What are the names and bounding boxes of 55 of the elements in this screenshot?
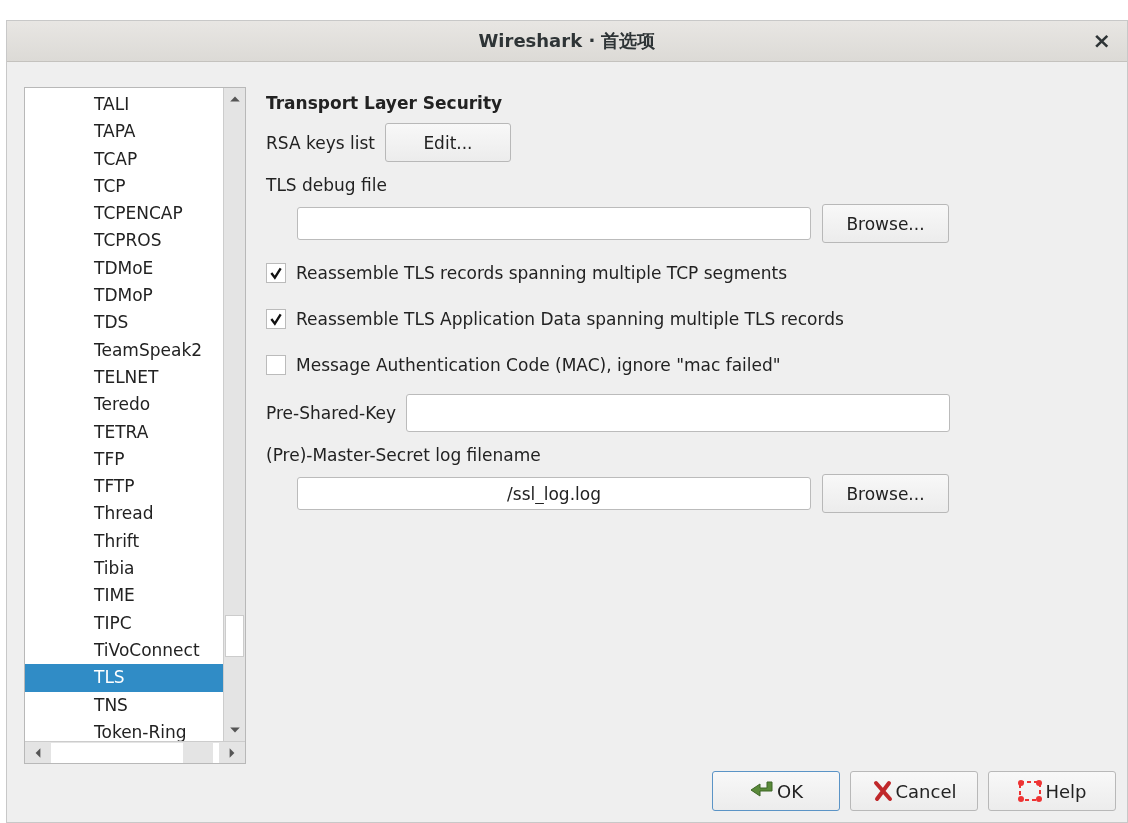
field-label: TLS debug file xyxy=(266,174,388,197)
field-label: (Pre)-Master-Secret log filename xyxy=(266,444,542,467)
protocol-item[interactable]: TCPENCAP xyxy=(25,200,223,228)
protocol-item[interactable]: TIPC xyxy=(25,609,223,637)
checkbox[interactable] xyxy=(266,262,286,283)
scroll-right-icon[interactable] xyxy=(227,746,237,759)
protocol-item[interactable]: TDMoP xyxy=(25,282,223,310)
checkbox-label[interactable]: Reassemble TLS records spanning multiple TCP segments xyxy=(296,262,788,283)
close-button[interactable]: × xyxy=(1086,27,1117,54)
protocol-item[interactable]: TFP xyxy=(25,445,223,474)
protocol-item[interactable]: TCAP xyxy=(25,145,223,173)
ok-button[interactable]: OK xyxy=(712,771,840,811)
section-title: Transport Layer Security xyxy=(266,92,504,115)
protocol-item[interactable]: TNS xyxy=(25,691,223,719)
protocol-item[interactable]: Thread xyxy=(25,500,223,528)
protocol-item[interactable]: TDMoE xyxy=(25,254,223,283)
protocol-item[interactable]: Token-Ring xyxy=(25,718,223,741)
checkbox-label[interactable]: Reassemble TLS Application Data spanning multiple TLS records xyxy=(296,308,844,329)
scroll-up-icon[interactable] xyxy=(228,94,241,104)
scroll-thumb[interactable] xyxy=(183,742,213,763)
protocol-item[interactable]: Thrift xyxy=(25,527,223,556)
edit-button[interactable]: Edit... xyxy=(384,123,511,162)
checkbox[interactable] xyxy=(266,354,286,375)
input-field[interactable]: /ssl_log.log xyxy=(297,477,811,510)
browse-button[interactable]: Browse... xyxy=(822,204,949,243)
protocol-item[interactable]: TFTP xyxy=(25,473,223,501)
protocol-item[interactable]: TDS xyxy=(25,309,223,337)
protocol-item[interactable]: TIME xyxy=(25,582,223,610)
protocol-item[interactable]: Tibia xyxy=(25,555,223,583)
input-field[interactable] xyxy=(297,207,811,240)
protocol-item[interactable]: TCPROS xyxy=(25,227,223,255)
cross-icon xyxy=(871,780,894,802)
protocol-item[interactable]: TiVoConnect xyxy=(25,636,223,665)
protocol-item[interactable]: TELNET xyxy=(25,363,223,392)
checkbox-label[interactable]: Message Authentication Code (MAC), ignore "mac failed" xyxy=(296,354,781,375)
protocol-item[interactable]: TAPA xyxy=(25,118,223,146)
field-label: RSA keys list xyxy=(266,132,375,153)
protocol-item[interactable]: TALI xyxy=(25,91,223,119)
protocol-item[interactable]: TLS xyxy=(25,664,223,692)
help-button[interactable]: Help xyxy=(988,771,1116,811)
checkbox[interactable] xyxy=(266,308,286,329)
field-label: Pre-Shared-Key xyxy=(266,403,396,423)
protocol-item[interactable]: TCP xyxy=(25,172,223,201)
scroll-down-icon[interactable] xyxy=(228,725,241,735)
protocol-item[interactable]: TETRA xyxy=(25,418,223,446)
horizontal-scrollbar[interactable] xyxy=(25,741,245,763)
vertical-scrollbar[interactable] xyxy=(223,88,245,741)
protocol-item[interactable]: TeamSpeak2 xyxy=(25,336,223,364)
input-field[interactable] xyxy=(405,394,950,432)
protocol-item[interactable]: Teredo xyxy=(25,391,223,419)
browse-button[interactable]: Browse... xyxy=(822,474,949,513)
scroll-left-icon[interactable] xyxy=(33,746,43,759)
window-title: Wireshark · 首选项 xyxy=(478,29,656,53)
cancel-button[interactable]: Cancel xyxy=(850,771,978,811)
scroll-thumb[interactable] xyxy=(225,615,244,657)
